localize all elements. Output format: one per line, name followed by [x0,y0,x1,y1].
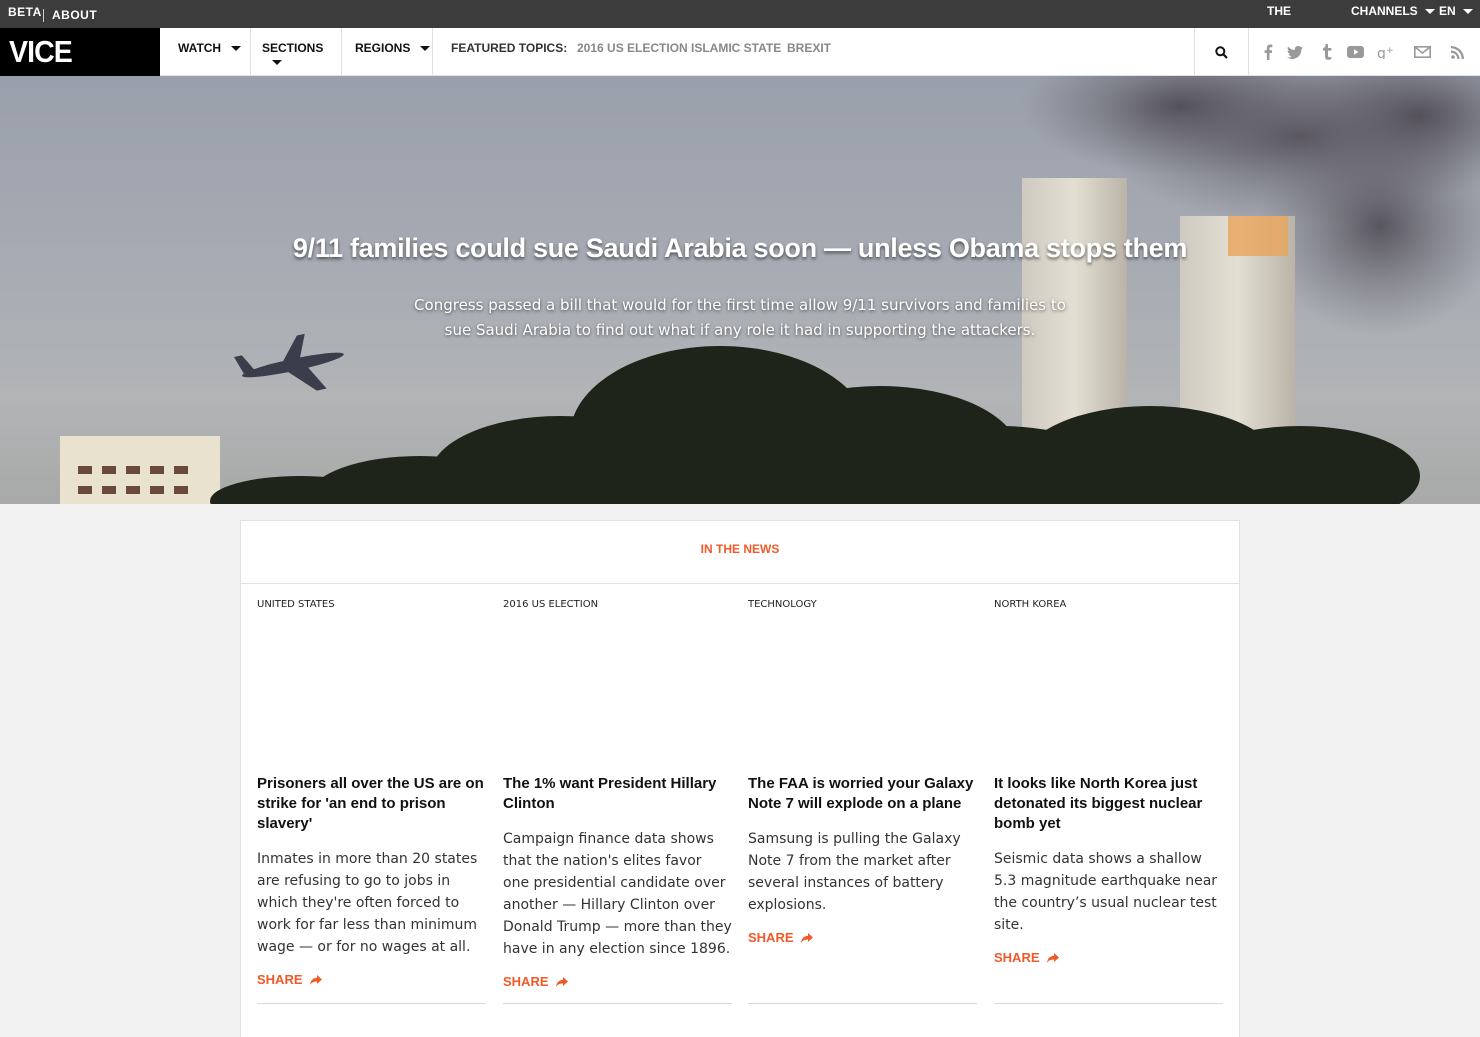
divider [503,1003,732,1004]
article-title[interactable]: The FAA is worried your Galaxy Note 7 wi… [748,774,977,814]
main-nav: VICE NEWS WATCH SECTIONS REGIONS FEATURE… [0,28,1480,105]
topic-link-us-election[interactable]: 2016 US ELECTION [577,41,688,55]
article-category[interactable]: UNITED STATES [257,599,486,610]
nav-item-label: WATCH [178,41,222,55]
nav-regions[interactable]: REGIONS [342,28,433,76]
language-dropdown[interactable]: EN [1439,4,1473,18]
share-button[interactable]: SHARE [503,974,568,989]
beta-badge: BETA [8,5,42,19]
divider [257,1003,486,1004]
article-category[interactable]: TECHNOLOGY [748,599,977,610]
nav-item-label: SECTIONS [262,41,324,55]
article-card: TECHNOLOGY The FAA is worried your Galax… [748,599,977,946]
language-label: EN [1439,4,1456,18]
chevron-down-icon [272,60,282,66]
article-card: NORTH KOREA It looks like North Korea ju… [994,599,1223,966]
share-arrow-icon [800,932,813,943]
channels-label: CHANNELS [1351,4,1418,18]
article-image-placeholder[interactable] [503,620,732,760]
email-icon[interactable] [1412,42,1432,62]
article-category[interactable]: NORTH KOREA [994,599,1223,610]
twitter-icon[interactable] [1285,42,1305,62]
top-utility-bar: BETA ABOUT THE CHANNELS EN [0,0,1480,28]
search-button[interactable] [1194,28,1249,76]
share-arrow-icon [555,976,568,987]
chevron-down-icon [231,46,242,52]
nav-watch[interactable]: WATCH [160,28,251,76]
about-link[interactable]: ABOUT [52,8,97,22]
share-button[interactable]: SHARE [257,972,322,987]
topic-link-brexit[interactable]: BREXIT [787,41,831,55]
share-arrow-icon [1046,952,1059,963]
divider [748,1003,977,1004]
hero-image [60,76,1480,504]
channels-dropdown[interactable]: CHANNELS [1351,4,1435,18]
share-button[interactable]: SHARE [994,950,1059,965]
share-label: SHARE [503,974,549,989]
hero-banner[interactable]: 9/11 families could sue Saudi Arabia soo… [0,76,1480,504]
rss-icon[interactable] [1447,42,1467,62]
article-card: UNITED STATES Prisoners all over the US … [257,599,486,988]
article-title[interactable]: It looks like North Korea just detonated… [994,774,1223,834]
facebook-icon[interactable] [1258,42,1278,62]
svg-text:+: + [1386,46,1394,56]
article-card: 2016 US ELECTION The 1% want President H… [503,599,732,990]
search-icon [1215,45,1228,59]
article-title[interactable]: The 1% want President Hillary Clinton [503,774,732,814]
article-description: Seismic data shows a shallow 5.3 magnitu… [994,851,1218,933]
article-title[interactable]: Prisoners all over the US are on strike … [257,774,486,834]
divider [994,1003,1223,1004]
article-image-placeholder[interactable] [748,620,977,760]
share-label: SHARE [748,930,794,945]
youtube-icon[interactable] [1345,42,1365,62]
hero-subheadline: Congress passed a bill that would for th… [414,296,1066,339]
article-image-placeholder[interactable] [257,620,486,760]
hero-headline[interactable]: 9/11 families could sue Saudi Arabia soo… [0,233,1480,264]
svg-text:g: g [1377,46,1386,59]
chevron-down-icon [1462,9,1473,15]
nav-item-label: REGIONS [355,41,411,55]
article-image-placeholder[interactable] [994,620,1223,760]
share-button[interactable]: SHARE [748,930,813,945]
vice-news-logo[interactable]: VICE NEWS [0,28,160,105]
chevron-down-icon [420,46,431,52]
article-description: Samsung is pulling the Galaxy Note 7 fro… [748,831,961,913]
chevron-down-icon [1424,9,1435,15]
share-label: SHARE [257,972,303,987]
nav-sections[interactable]: SECTIONS [251,28,342,76]
share-label: SHARE [994,950,1040,965]
section-heading: IN THE NEWS [241,521,1239,584]
article-description: Campaign finance data shows that the nat… [503,831,732,957]
article-category[interactable]: 2016 US ELECTION [503,599,732,610]
divider [43,9,44,22]
article-description: Inmates in more than 20 states are refus… [257,851,478,955]
google-plus-icon[interactable]: g + [1376,42,1396,62]
featured-topics-label: FEATURED TOPICS: [451,41,568,55]
share-arrow-icon [309,974,322,985]
topic-link-islamic-state[interactable]: ISLAMIC STATE [691,41,781,55]
tumblr-icon[interactable] [1317,42,1337,62]
in-the-news-panel: IN THE NEWS UNITED STATES Prisoners all … [240,520,1240,1037]
the-link[interactable]: THE [1267,4,1291,18]
